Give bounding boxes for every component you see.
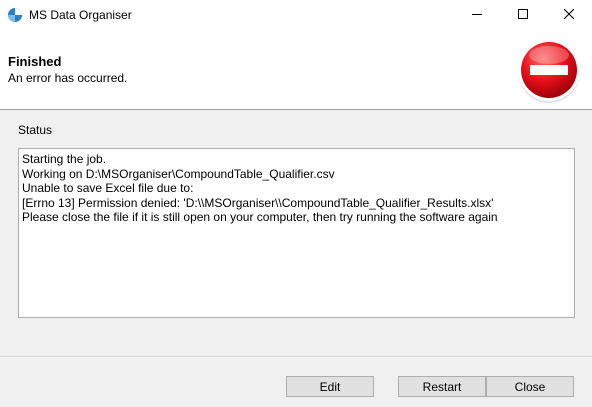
status-line: Working on D:\MSOrganiser\CompoundTable_… [22,166,335,181]
footer-divider [0,356,592,357]
error-stop-icon [516,38,582,104]
maximize-icon [518,8,528,22]
title-bar[interactable]: MS Data Organiser [0,0,592,30]
status-line: Unable to save Excel file due to: [22,181,194,195]
minimize-button[interactable] [454,0,500,30]
status-line: [Errno 13] Permission denied: 'D:\\MSOrg… [22,195,494,210]
dialog-window: MS Data Organiser Finished An error has … [0,0,592,407]
restart-button[interactable]: Restart [398,376,486,397]
window-title: MS Data Organiser [29,8,132,22]
app-logo-icon [7,7,23,23]
header-title: Finished [8,54,62,69]
status-log-textbox[interactable]: Starting the job. Working on D:\MSOrgani… [18,148,575,318]
minimize-icon [472,8,482,22]
maximize-button[interactable] [500,0,546,30]
close-button[interactable]: Close [486,376,574,397]
header-panel: Finished An error has occurred. [0,30,592,110]
status-line: Starting the job. [22,152,107,166]
edit-button[interactable]: Edit [286,376,374,397]
status-line: Please close the file if it is still ope… [22,210,498,224]
status-label: Status [18,123,53,137]
close-icon [563,8,575,22]
window-close-button[interactable] [546,0,592,30]
header-subtitle: An error has occurred. [8,71,128,85]
